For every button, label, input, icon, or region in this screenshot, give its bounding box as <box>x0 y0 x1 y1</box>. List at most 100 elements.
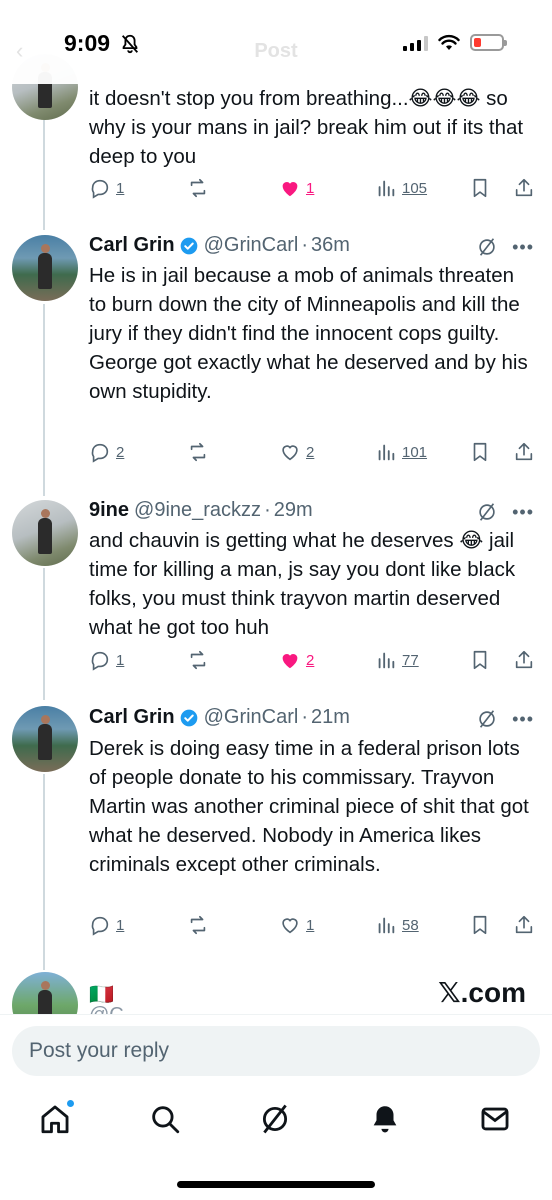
separator-dot: · <box>264 499 271 521</box>
heart-icon <box>282 918 298 934</box>
share-icon <box>515 915 533 934</box>
heart-icon <box>282 445 298 461</box>
status-time: 9:09 <box>64 30 111 56</box>
grok-icon[interactable] <box>476 236 498 258</box>
repost-button[interactable] <box>187 441 209 463</box>
heart-icon <box>282 654 298 669</box>
tweet-header-tools: ••• <box>476 708 534 730</box>
share-button[interactable] <box>513 914 535 936</box>
like-button[interactable]: 1 <box>279 914 314 936</box>
tab-notifications[interactable] <box>368 1102 402 1136</box>
repost-button[interactable] <box>187 177 209 199</box>
share-button[interactable] <box>513 441 535 463</box>
share-button[interactable] <box>513 649 535 671</box>
author-handle[interactable]: @GrinCarl <box>204 234 299 257</box>
messages-icon <box>481 1107 509 1131</box>
bookmark-icon <box>473 442 487 462</box>
reply-input[interactable] <box>12 1026 540 1076</box>
bookmark-button[interactable] <box>469 649 491 671</box>
share-icon <box>515 442 533 461</box>
reply-button[interactable]: 2 <box>89 441 124 463</box>
reply-icon <box>91 651 109 671</box>
tab-search[interactable] <box>148 1102 182 1136</box>
grok-icon[interactable] <box>476 708 498 730</box>
wifi-icon <box>438 34 460 50</box>
view-count: 101 <box>402 443 428 461</box>
tweet-actions: 1 1 105 <box>89 177 539 201</box>
tweet-time[interactable]: 29m <box>274 499 313 522</box>
bookmark-button[interactable] <box>469 914 491 936</box>
separator-dot: · <box>301 234 309 256</box>
views-icon <box>378 917 395 934</box>
share-icon <box>515 650 533 669</box>
reply-count: 2 <box>116 443 125 461</box>
view-count: 105 <box>402 179 428 197</box>
views-button[interactable]: 77 <box>375 649 419 671</box>
grok-icon[interactable] <box>476 501 498 523</box>
home-indicator[interactable] <box>177 1181 375 1188</box>
tab-grok[interactable] <box>258 1102 292 1136</box>
author-handle[interactable]: @GrinCarl <box>204 706 299 729</box>
repost-button[interactable] <box>187 649 209 671</box>
tweet-time[interactable]: 21m <box>311 706 350 729</box>
author-name[interactable]: 9ine <box>89 499 129 522</box>
tweet-actions: 1 2 77 <box>89 649 539 673</box>
reply-button[interactable]: 1 <box>89 177 124 199</box>
avatar[interactable] <box>12 500 78 566</box>
bookmark-button[interactable] <box>469 177 491 199</box>
tweet-header: Carl Grin @GrinCarl · 36m <box>89 234 350 257</box>
bookmark-icon <box>473 915 487 935</box>
like-count: 1 <box>306 916 315 934</box>
author-handle[interactable]: @9ine_rackzz <box>134 499 261 522</box>
more-icon[interactable]: ••• <box>512 237 534 258</box>
tweet-header-tools: ••• <box>476 236 534 258</box>
battery-icon <box>470 34 507 51</box>
reply-count: 1 <box>116 651 125 669</box>
heart-icon <box>282 182 298 197</box>
bookmark-icon <box>473 650 487 670</box>
more-icon[interactable]: ••• <box>512 709 534 730</box>
like-count: 1 <box>306 179 315 197</box>
tweet-header: 9ine @9ine_rackzz · 29m <box>89 499 313 522</box>
thread-line <box>43 774 45 970</box>
reply-icon <box>91 443 109 463</box>
reply-icon <box>91 179 109 199</box>
tweet-header-tools: ••• <box>476 501 534 523</box>
views-button[interactable]: 58 <box>375 914 419 936</box>
like-count: 2 <box>306 651 315 669</box>
status-indicators <box>403 34 507 51</box>
bottom-tab-bar <box>0 1090 552 1160</box>
views-icon <box>378 652 395 669</box>
like-button[interactable]: 2 <box>279 649 314 671</box>
avatar[interactable] <box>12 706 78 772</box>
views-icon <box>378 444 395 461</box>
reply-count: 1 <box>116 179 125 197</box>
author-name[interactable]: Carl Grin <box>89 234 175 257</box>
avatar[interactable] <box>12 235 78 301</box>
search-icon <box>152 1106 180 1134</box>
reply-button[interactable]: 1 <box>89 649 124 671</box>
reply-button[interactable]: 1 <box>89 914 124 936</box>
bookmark-icon <box>473 178 487 198</box>
tweet-header: Carl Grin @GrinCarl · 21m <box>89 706 350 729</box>
tweet-text: He is in jail because a mob of animals t… <box>89 264 528 403</box>
repost-button[interactable] <box>187 914 209 936</box>
tweet-time[interactable]: 36m <box>311 234 350 257</box>
tab-home[interactable] <box>38 1099 75 1136</box>
notifications-icon <box>373 1106 397 1133</box>
more-icon[interactable]: ••• <box>512 502 534 523</box>
views-button[interactable]: 101 <box>375 441 427 463</box>
cellular-signal-icon <box>403 35 428 51</box>
repost-icon <box>190 915 206 935</box>
tweet-actions: 1 1 58 <box>89 914 539 938</box>
author-name[interactable]: Carl Grin <box>89 706 175 729</box>
tab-messages[interactable] <box>478 1102 512 1136</box>
bookmark-button[interactable] <box>469 441 491 463</box>
share-button[interactable] <box>513 177 535 199</box>
watermark-domain: .com <box>460 977 526 1008</box>
like-button[interactable]: 1 <box>279 177 314 199</box>
view-count: 58 <box>402 916 419 934</box>
thread-line <box>43 304 45 496</box>
views-button[interactable]: 105 <box>375 177 427 199</box>
like-button[interactable]: 2 <box>279 441 314 463</box>
